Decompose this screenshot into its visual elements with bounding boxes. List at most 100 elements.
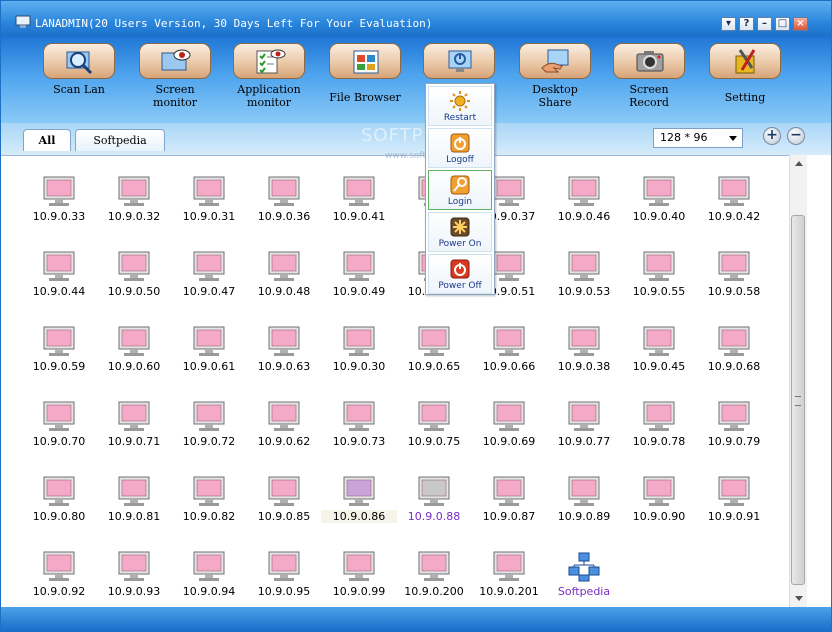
host-item[interactable]: 10.9.0.58: [696, 251, 772, 317]
computer-monitor-icon: [493, 401, 525, 431]
host-item[interactable]: 10.9.0.94: [171, 551, 247, 608]
setting-button[interactable]: Setting: [709, 43, 783, 123]
zoom-in-button[interactable]: +: [763, 127, 781, 145]
host-item[interactable]: 10.9.0.49: [321, 251, 397, 317]
host-item[interactable]: 10.9.0.61: [171, 326, 247, 392]
power-off-label: Power Off: [438, 281, 482, 291]
host-item[interactable]: 10.9.0.38: [546, 326, 622, 392]
minimize-button[interactable]: –: [757, 17, 772, 31]
host-item[interactable]: 10.9.0.55: [621, 251, 697, 317]
host-item[interactable]: 10.9.0.70: [21, 401, 97, 467]
title-bar[interactable]: LANADMIN(20 Users Version, 30 Days Left …: [1, 1, 831, 37]
restart-menu-item[interactable]: Restart: [428, 86, 492, 126]
desktop-share-button[interactable]: Desktop Share: [519, 43, 593, 123]
host-item[interactable]: 10.9.0.40: [621, 176, 697, 242]
host-item[interactable]: 10.9.0.53: [546, 251, 622, 317]
menu-button[interactable]: ▾: [721, 17, 736, 31]
host-item[interactable]: 10.9.0.31: [171, 176, 247, 242]
host-item[interactable]: 10.9.0.66: [471, 326, 547, 392]
maximize-button[interactable]: □: [775, 17, 790, 31]
host-item[interactable]: 10.9.0.45: [621, 326, 697, 392]
host-item[interactable]: 10.9.0.95: [246, 551, 322, 608]
window-title: LANADMIN(20 Users Version, 30 Days Left …: [35, 17, 433, 30]
host-item[interactable]: 10.9.0.89: [546, 476, 622, 542]
host-item[interactable]: 10.9.0.50: [96, 251, 172, 317]
host-item[interactable]: 10.9.0.73: [321, 401, 397, 467]
host-item[interactable]: 10.9.0.71: [96, 401, 172, 467]
power-off-menu-item[interactable]: Power Off: [428, 254, 492, 294]
host-item[interactable]: 10.9.0.87: [471, 476, 547, 542]
computer-monitor-icon: [118, 251, 150, 281]
host-item[interactable]: 10.9.0.88: [396, 476, 472, 542]
thumbnail-size-select[interactable]: 128 * 96: [653, 128, 743, 148]
computer-monitor-icon: [718, 326, 750, 356]
vertical-scrollbar[interactable]: [789, 155, 807, 607]
login-menu-item[interactable]: Login: [428, 170, 492, 210]
host-item[interactable]: 10.9.0.69: [471, 401, 547, 467]
close-button[interactable]: ×: [793, 17, 808, 31]
power-on-menu-item[interactable]: Power On: [428, 212, 492, 252]
host-item[interactable]: 10.9.0.77: [546, 401, 622, 467]
host-label: Softpedia: [557, 585, 611, 598]
host-item[interactable]: 10.9.0.93: [96, 551, 172, 608]
screen-record-button[interactable]: Screen Record: [613, 43, 687, 123]
host-item[interactable]: 10.9.0.60: [96, 326, 172, 392]
help-button[interactable]: ?: [739, 17, 754, 31]
host-item[interactable]: 10.9.0.99: [321, 551, 397, 608]
host-item[interactable]: 10.9.0.46: [546, 176, 622, 242]
host-item[interactable]: 10.9.0.59: [21, 326, 97, 392]
computer-monitor-icon: [493, 551, 525, 581]
host-item[interactable]: 10.9.0.68: [696, 326, 772, 392]
network-group-icon: [568, 552, 600, 582]
host-item[interactable]: 10.9.0.81: [96, 476, 172, 542]
scan-lan-label: Scan Lan: [53, 83, 105, 96]
scrollbar-thumb[interactable]: [791, 215, 805, 585]
computer-monitor-icon: [718, 251, 750, 281]
host-item[interactable]: 10.9.0.79: [696, 401, 772, 467]
host-item[interactable]: 10.9.0.80: [21, 476, 97, 542]
host-label: 10.9.0.66: [482, 360, 536, 373]
host-label: 10.9.0.69: [482, 435, 536, 448]
logoff-icon: [450, 133, 470, 153]
tab-all[interactable]: All: [23, 129, 71, 151]
application-monitor-button[interactable]: Application monitor: [233, 43, 307, 123]
scan-lan-button[interactable]: Scan Lan: [43, 43, 117, 123]
host-item[interactable]: 10.9.0.41: [321, 176, 397, 242]
logoff-menu-item[interactable]: Logoff: [428, 128, 492, 168]
host-item[interactable]: 10.9.0.85: [246, 476, 322, 542]
tab-softpedia[interactable]: Softpedia: [75, 129, 165, 151]
screen-monitor-button[interactable]: Screen monitor: [139, 43, 213, 123]
host-item[interactable]: 10.9.0.42: [696, 176, 772, 242]
host-item[interactable]: 10.9.0.75: [396, 401, 472, 467]
scroll-down-button[interactable]: [790, 591, 807, 607]
host-item[interactable]: 10.9.0.72: [171, 401, 247, 467]
toolbar: Scan Lan Screen monitor Application moni…: [1, 37, 831, 123]
host-item[interactable]: 10.9.0.47: [171, 251, 247, 317]
host-item[interactable]: 10.9.0.92: [21, 551, 97, 608]
host-item[interactable]: 10.9.0.200: [396, 551, 472, 608]
host-label: 10.9.0.201: [479, 585, 539, 598]
file-browser-button[interactable]: File Browser: [329, 43, 403, 123]
host-item[interactable]: 10.9.0.86: [321, 476, 397, 542]
host-item[interactable]: 10.9.0.48: [246, 251, 322, 317]
host-item[interactable]: 10.9.0.44: [21, 251, 97, 317]
host-item[interactable]: 10.9.0.63: [246, 326, 322, 392]
computer-monitor-icon: [118, 401, 150, 431]
host-item[interactable]: 10.9.0.82: [171, 476, 247, 542]
host-item[interactable]: 10.9.0.62: [246, 401, 322, 467]
scroll-up-button[interactable]: [790, 155, 807, 171]
zoom-out-button[interactable]: −: [787, 127, 805, 145]
host-item[interactable]: 10.9.0.90: [621, 476, 697, 542]
host-item[interactable]: 10.9.0.201: [471, 551, 547, 608]
host-item[interactable]: 10.9.0.32: [96, 176, 172, 242]
host-item[interactable]: 10.9.0.36: [246, 176, 322, 242]
computer-monitor-icon: [268, 176, 300, 206]
host-item[interactable]: 10.9.0.78: [621, 401, 697, 467]
host-item[interactable]: 10.9.0.33: [21, 176, 97, 242]
host-item[interactable]: 10.9.0.65: [396, 326, 472, 392]
host-item[interactable]: 10.9.0.91: [696, 476, 772, 542]
host-item[interactable]: Softpedia: [546, 551, 622, 608]
app-icon: [15, 15, 31, 28]
host-item[interactable]: 10.9.0.30: [321, 326, 397, 392]
computer-monitor-icon: [193, 476, 225, 506]
